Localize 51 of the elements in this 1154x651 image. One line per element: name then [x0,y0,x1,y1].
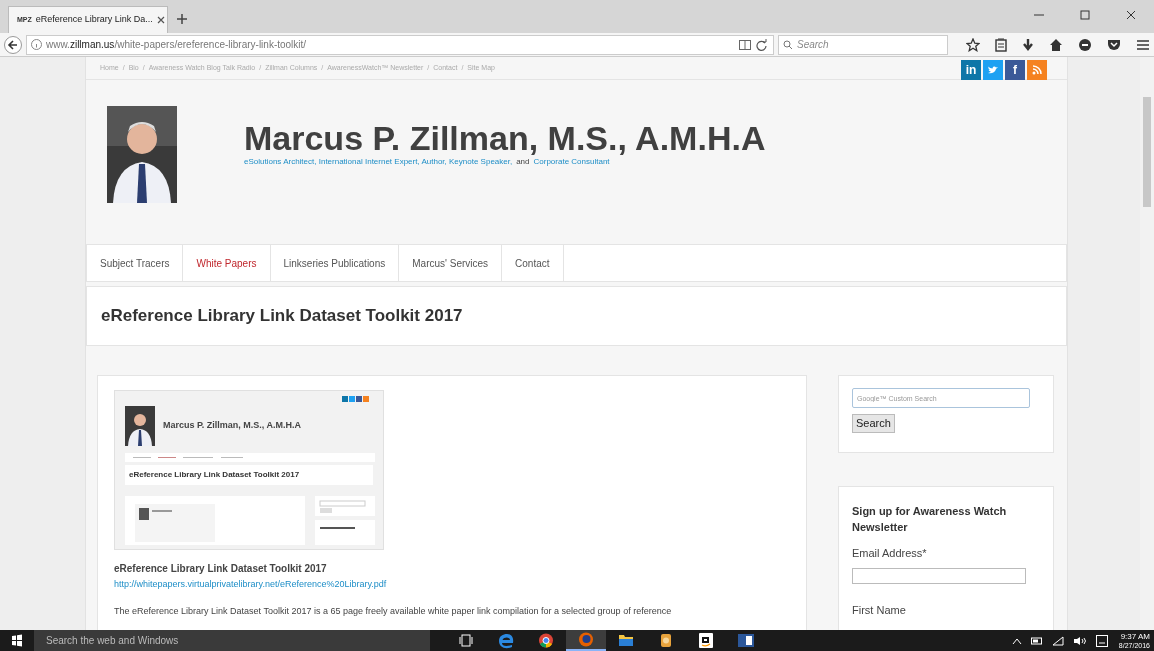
nav-tab[interactable]: White Papers [183,245,271,281]
new-tab-icon[interactable] [176,13,188,25]
twitter-button[interactable] [983,60,1003,80]
nav-tab[interactable]: Subject Tracers [87,245,184,281]
search-box[interactable]: Search [778,34,948,55]
nav-tab[interactable]: Marcus' Services [399,245,503,281]
battery-icon[interactable] [1030,636,1043,645]
speaker-icon[interactable] [1072,635,1087,646]
url-text: www.zillman.us/white-papers/ereference-library-link-toolkit/ [46,38,307,52]
tagline-link[interactable]: eSolutions Architect, International Internet Expert, Author, Keynote Speaker, [244,156,513,168]
facebook-button[interactable]: f [1005,60,1025,80]
page-title: eReference Library Link Dataset Toolkit 2017 [101,305,463,328]
rss-icon [1032,65,1042,75]
notification-icon[interactable] [1095,634,1108,647]
field-label: First Name [852,602,907,618]
thumbnail-site-title: Marcus P. Zillman, M.S., A.M.H.A [163,419,302,433]
bookmarks-list-icon[interactable] [995,37,1007,52]
article-text: The eReference Library Link Dataset Toolkit 2017 is a 65 page freely available white paper link compilation for a selected group of reference [114,604,673,618]
nav-tab[interactable]: Contact [502,245,564,281]
reload-icon[interactable] [755,38,769,51]
home-icon[interactable] [1049,37,1063,52]
menu-icon[interactable] [1136,38,1150,51]
thumbnail-title: eReference Library Link Dataset Toolkit 2017 [129,469,300,481]
nav-tab[interactable]: Linkseries Publications [270,245,400,281]
scrollbar-thumb[interactable] [1143,97,1151,207]
linkedin-button[interactable]: in [961,60,981,80]
close-icon[interactable] [156,16,165,24]
tagline-text: and [516,156,530,168]
info-icon[interactable] [31,39,42,50]
article-heading: eReference Library Link Dataset Toolkit 2017 [114,562,328,576]
address-bar[interactable]: www.zillman.us/white-papers/ereference-library-link-toolkit/ [26,34,774,55]
field-label: Email Address* [852,546,928,561]
newsletter-title: Sign up for Awareness Watch Newsletter [852,504,1008,535]
portrait-photo [125,406,155,446]
star-icon[interactable] [966,37,980,52]
network-icon[interactable] [1051,635,1064,646]
social-icons-drawing [342,396,369,402]
site-title: Marcus P. Zillman, M.S., A.M.H.A [244,120,766,156]
search-button[interactable]: Search [852,414,895,433]
caret-up-icon[interactable] [1011,636,1022,645]
bird-icon [987,65,999,75]
search-field[interactable]: Search [797,35,943,54]
email-field[interactable] [852,567,1026,584]
rss-button[interactable] [1027,60,1047,80]
download-icon[interactable] [1022,37,1034,52]
tagline-link[interactable]: Corporate Consultant [533,156,610,168]
clock-time: 9:37 AM [1120,631,1150,641]
pdf-link[interactable]: http://whitepapers.virtualprivatelibrary.net/eReference%20Library.pdf [114,578,387,592]
search-icon [783,39,793,50]
reader-view-icon[interactable] [739,39,751,50]
tab-title: eReference Library Link Da... [35,13,153,27]
